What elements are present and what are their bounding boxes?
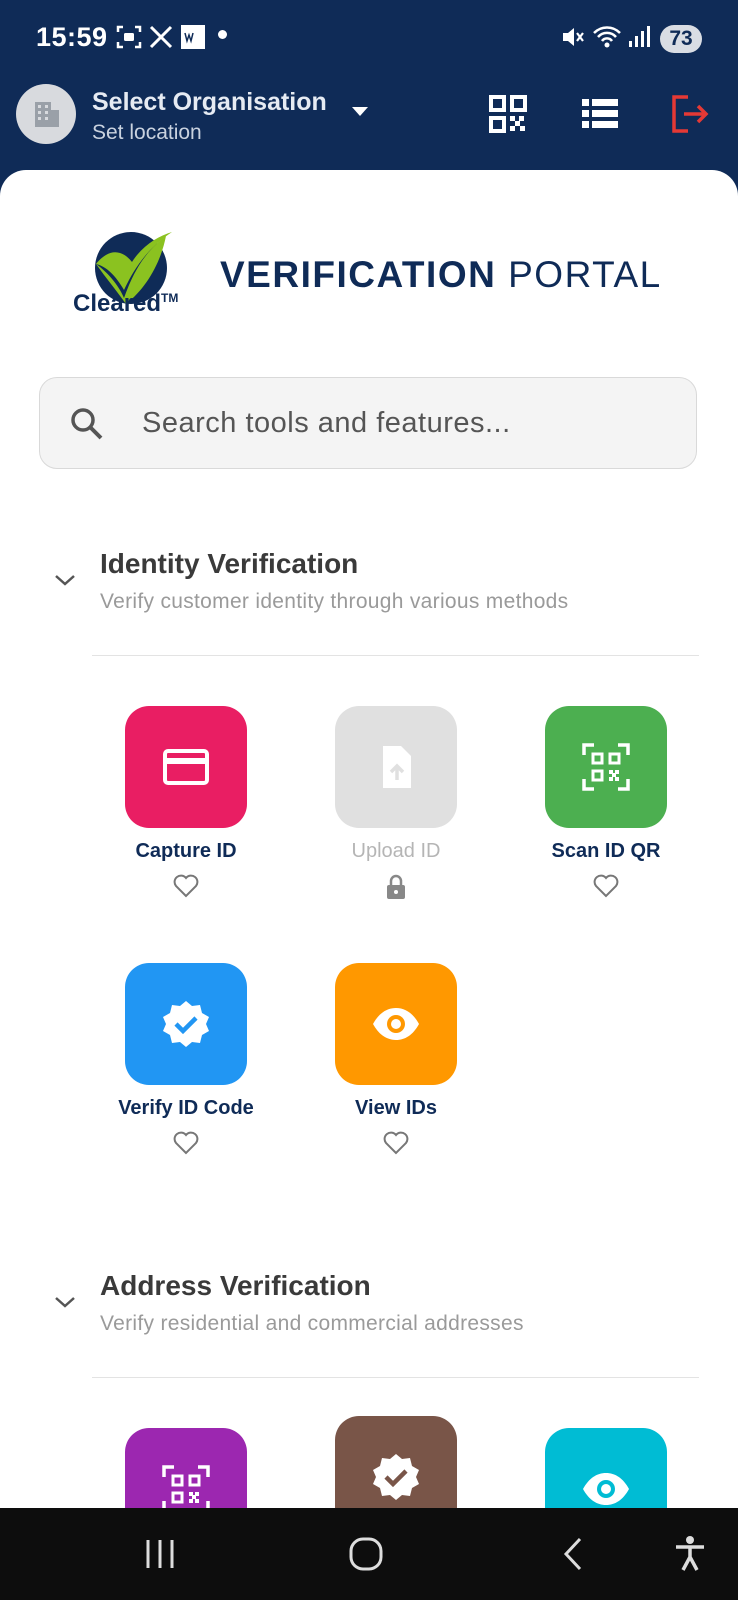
recent-apps-icon[interactable] — [142, 1534, 178, 1574]
tool-tile[interactable] — [545, 706, 667, 828]
status-time: 15:59 — [36, 22, 108, 52]
tool-view-ids[interactable]: View IDs — [291, 963, 501, 1160]
heart-outline-icon[interactable] — [172, 873, 200, 899]
tool-tile[interactable] — [125, 963, 247, 1085]
section-subtitle-address: Verify residential and commercial addres… — [100, 1312, 524, 1335]
qr-scan-icon — [582, 743, 630, 791]
tool-capture-id[interactable]: Capture ID — [81, 706, 291, 903]
section-divider — [92, 655, 699, 656]
favorite-button[interactable] — [81, 1130, 291, 1160]
tool-address-verify[interactable] — [291, 1416, 501, 1510]
heart-outline-icon[interactable] — [382, 1130, 410, 1156]
organisation-title[interactable]: Select Organisation — [92, 88, 327, 117]
accessibility-icon[interactable] — [672, 1534, 708, 1574]
heart-outline-icon[interactable] — [592, 873, 620, 899]
tool-upload-id: Upload ID — [291, 706, 501, 903]
organisation-avatar[interactable] — [16, 84, 76, 144]
tool-verify-id-code[interactable]: Verify ID Code — [81, 963, 291, 1160]
tool-label: Upload ID — [351, 840, 441, 862]
portal-title: VERIFICATION PORTAL — [220, 254, 662, 295]
system-nav-bar — [0, 1508, 738, 1600]
tool-tile[interactable] — [125, 706, 247, 828]
favorite-button[interactable] — [501, 873, 711, 903]
cleared-logo-text: ClearedTM — [73, 290, 179, 317]
search-input[interactable] — [140, 378, 684, 469]
tool-tile[interactable] — [335, 963, 457, 1085]
battery-indicator: 73 — [660, 25, 702, 53]
qr-code-button-icon[interactable] — [486, 92, 530, 136]
mute-icon — [563, 28, 584, 46]
tool-address-qr[interactable] — [81, 1428, 291, 1510]
notification-dot-icon — [218, 30, 227, 39]
back-icon[interactable] — [558, 1534, 588, 1574]
list-view-button-icon[interactable] — [578, 92, 622, 136]
section-title-address[interactable]: Address Verification — [100, 1270, 371, 1302]
tool-label: Verify ID Code — [118, 1097, 254, 1119]
favorite-button[interactable] — [291, 1130, 501, 1160]
search-box[interactable] — [39, 377, 697, 469]
eye-icon — [583, 1473, 629, 1505]
verified-badge-icon — [163, 1001, 209, 1047]
tool-label: View IDs — [355, 1097, 437, 1119]
collapse-chevron-icon[interactable] — [52, 1292, 78, 1312]
search-icon — [71, 408, 103, 440]
tool-scan-id-qr[interactable]: Scan ID QR — [501, 706, 711, 903]
organisation-subtitle[interactable]: Set location — [92, 121, 202, 145]
building-icon — [35, 102, 59, 127]
heart-outline-icon[interactable] — [172, 1130, 200, 1156]
tool-tile[interactable] — [545, 1428, 667, 1510]
collapse-chevron-icon[interactable] — [52, 570, 78, 590]
app-bar: Select Organisation Set location — [0, 78, 738, 170]
home-icon[interactable] — [346, 1534, 386, 1574]
screenshot-icon — [116, 25, 142, 49]
eye-icon — [373, 1008, 419, 1040]
locked-indicator — [291, 873, 501, 903]
status-bar: 15:59 73 — [0, 0, 738, 78]
tool-tile[interactable] — [335, 1416, 457, 1510]
tool-label: Capture ID — [135, 840, 237, 862]
lock-icon — [387, 874, 405, 899]
app-notification-icon — [181, 25, 205, 49]
section-title-identity[interactable]: Identity Verification — [100, 548, 358, 580]
tool-label: Scan ID QR — [551, 840, 661, 862]
id-card-icon — [163, 749, 209, 785]
favorite-button[interactable] — [81, 873, 291, 903]
section-divider — [92, 1377, 699, 1378]
logout-button-icon[interactable] — [668, 92, 712, 136]
section-subtitle-identity: Verify customer identity through various… — [100, 590, 569, 613]
tool-address-view[interactable] — [501, 1428, 711, 1510]
qr-scan-icon — [162, 1465, 210, 1510]
main-content: ClearedTM VERIFICATION PORTAL Identity V… — [0, 170, 738, 1510]
upload-file-icon — [383, 746, 411, 788]
x-app-icon — [149, 25, 173, 49]
tool-tile[interactable] — [125, 1428, 247, 1510]
wifi-icon — [593, 26, 621, 48]
signal-icon — [629, 26, 650, 47]
dropdown-caret-icon[interactable] — [350, 104, 370, 118]
verified-badge-icon — [373, 1454, 419, 1500]
tool-tile — [335, 706, 457, 828]
